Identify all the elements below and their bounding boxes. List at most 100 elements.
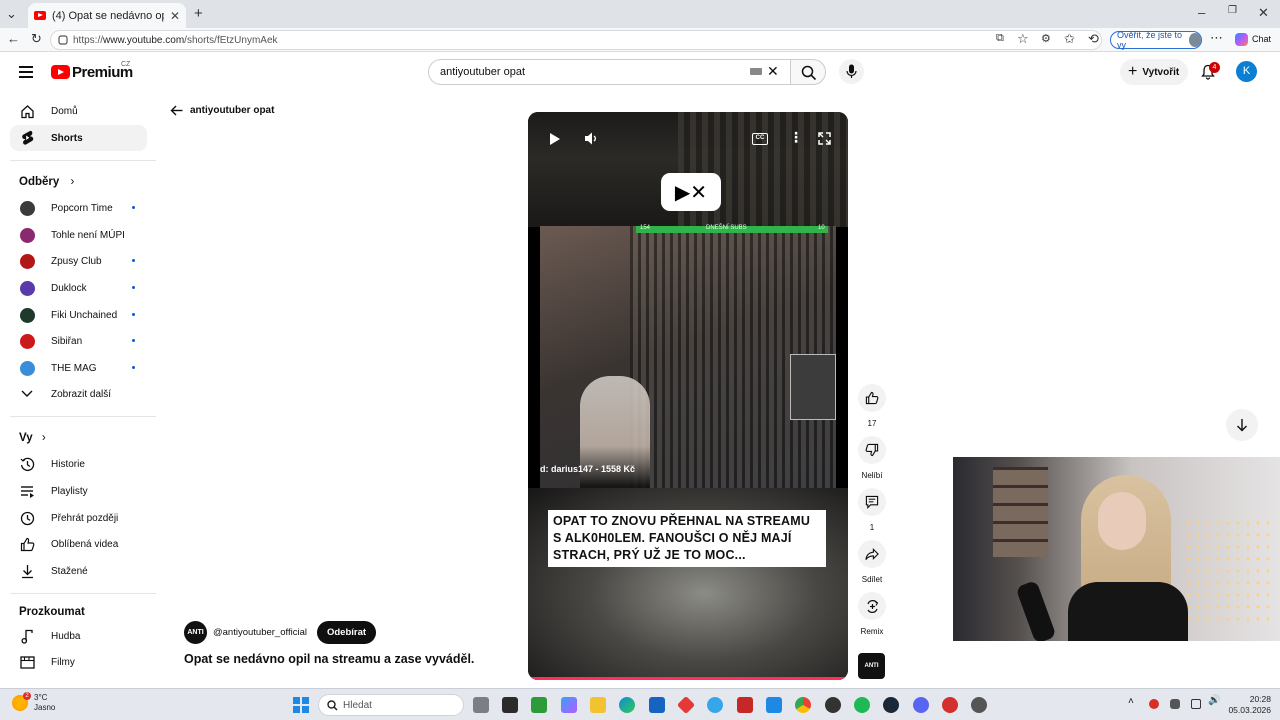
- shorts-video-player[interactable]: ▶✕ 154 DNEŠNÍ SUBS 10 d: darius147 - 155…: [528, 112, 848, 680]
- history-browser-icon[interactable]: ⟲: [1088, 31, 1099, 47]
- sidebar-item-watch-later[interactable]: Přehrát později: [10, 505, 147, 531]
- copilot-icon[interactable]: [1235, 33, 1248, 46]
- chrome-icon[interactable]: [795, 697, 811, 713]
- tab-list-chevron-icon[interactable]: ⌄: [6, 6, 17, 22]
- chatgpt-icon[interactable]: [825, 697, 841, 713]
- dislike-button[interactable]: [858, 436, 886, 464]
- like-button[interactable]: [858, 384, 886, 412]
- back-to-search[interactable]: antiyoutuber opat: [170, 105, 274, 116]
- video-progress-bar[interactable]: [528, 677, 848, 680]
- verify-identity-button[interactable]: Ověřit, že jste to vy: [1110, 30, 1202, 50]
- site-info-icon[interactable]: [58, 35, 68, 45]
- more-menu-icon[interactable]: ⋯: [1210, 30, 1223, 46]
- subscription-item[interactable]: Zpusy Club: [10, 248, 147, 274]
- app-red-diamond-icon[interactable]: [676, 695, 696, 715]
- outlook-icon[interactable]: [766, 697, 782, 713]
- favorite-star-icon[interactable]: ☆: [1017, 31, 1029, 47]
- system-clock[interactable]: 20:28 05.03.2026: [1226, 694, 1271, 716]
- copilot-app-icon[interactable]: [561, 697, 577, 713]
- sidebar-item-downloads[interactable]: Stažené: [10, 558, 147, 584]
- epic-games-icon[interactable]: [502, 697, 518, 713]
- subscription-item[interactable]: Fiki Unchained: [10, 302, 147, 328]
- share-button[interactable]: [858, 540, 886, 568]
- xbox-app-icon[interactable]: [531, 697, 547, 713]
- sidebar-item-label: Domů: [51, 105, 78, 117]
- window-close-icon[interactable]: ✕: [1258, 5, 1269, 21]
- sidebar-item-movies[interactable]: Filmy: [10, 649, 147, 675]
- task-view-icon[interactable]: [473, 697, 489, 713]
- search-input[interactable]: antiyoutuber opat: [428, 59, 790, 85]
- show-more-button[interactable]: Zobrazit další: [10, 381, 147, 407]
- address-field[interactable]: https://www.youtube.com/shorts/fEtzUnymA…: [50, 30, 1102, 50]
- you-heading[interactable]: Vy ›: [19, 432, 46, 444]
- voice-search-button[interactable]: [839, 59, 864, 84]
- new-tab-icon[interactable]: +: [194, 5, 203, 22]
- comments-button[interactable]: [858, 488, 886, 516]
- create-button[interactable]: + Vytvořit: [1120, 59, 1188, 85]
- tray-network-icon[interactable]: [1191, 699, 1201, 709]
- volume-icon[interactable]: [584, 131, 598, 146]
- discord-icon[interactable]: [913, 697, 929, 713]
- sound-source-thumbnail[interactable]: ANTI: [858, 653, 885, 679]
- dislike-action[interactable]: Nelíbí: [858, 436, 886, 480]
- captions-icon[interactable]: CC: [752, 133, 768, 145]
- search-button[interactable]: [790, 59, 826, 85]
- sidebar-item-playlists[interactable]: Playlisty: [10, 478, 147, 504]
- mail-app-icon[interactable]: [649, 697, 665, 713]
- minimize-icon[interactable]: –: [1198, 5, 1205, 20]
- like-action[interactable]: 17: [858, 384, 886, 428]
- reload-icon[interactable]: ↻: [31, 31, 42, 47]
- weather-widget[interactable]: 2 3°C Jasno: [12, 692, 55, 713]
- subscription-item[interactable]: Sibiřan: [10, 328, 147, 354]
- sidebar-item-liked[interactable]: Oblíbená videa: [10, 531, 147, 557]
- tray-mic-icon[interactable]: [1170, 699, 1180, 709]
- extension-icon[interactable]: ⚙: [1041, 32, 1051, 45]
- fullscreen-icon[interactable]: [818, 132, 831, 145]
- clear-search-icon[interactable]: ✕: [767, 63, 779, 80]
- play-icon[interactable]: [549, 132, 561, 146]
- chat-button[interactable]: Chat: [1252, 34, 1271, 44]
- share-action[interactable]: Sdílet: [858, 540, 886, 584]
- tray-app-icon[interactable]: [1149, 699, 1159, 709]
- subscription-item[interactable]: Duklock: [10, 275, 147, 301]
- channel-avatar[interactable]: ANTI: [184, 621, 207, 644]
- favorites-bar-icon[interactable]: ✩: [1064, 31, 1075, 47]
- obs-icon[interactable]: [971, 697, 987, 713]
- video-title[interactable]: Opat se nedávno opil na streamu a zase v…: [184, 652, 474, 666]
- app-blue-circle-icon[interactable]: [707, 697, 723, 713]
- comments-action[interactable]: 1: [858, 488, 886, 532]
- browser-tab-active[interactable]: (4) Opat se nedávno opil na stream ✕: [28, 3, 186, 28]
- spotify-icon[interactable]: [854, 697, 870, 713]
- remix-action[interactable]: Remix: [858, 592, 886, 636]
- next-short-button[interactable]: [1226, 409, 1258, 441]
- subscriptions-heading[interactable]: Odběry ›: [19, 176, 74, 188]
- remix-button[interactable]: [858, 592, 886, 620]
- tab-close-icon[interactable]: ✕: [170, 9, 180, 23]
- youtube-logo-icon[interactable]: [51, 65, 70, 79]
- tray-overflow-icon[interactable]: ˄: [1128, 696, 1138, 707]
- keyboard-icon[interactable]: [750, 68, 762, 75]
- sidebar-item-home[interactable]: Domů: [10, 98, 147, 124]
- subscription-item[interactable]: Popcorn Time: [10, 195, 147, 221]
- taskbar-search[interactable]: Hledat: [318, 694, 464, 716]
- edge-browser-icon[interactable]: [619, 697, 635, 713]
- opera-gx-icon[interactable]: [942, 697, 958, 713]
- app-shield-icon[interactable]: [737, 697, 753, 713]
- file-explorer-icon[interactable]: [590, 697, 606, 713]
- sidebar-item-music[interactable]: Hudba: [10, 623, 147, 649]
- app-install-icon[interactable]: ⧉: [996, 32, 1004, 45]
- account-avatar[interactable]: K: [1236, 61, 1257, 82]
- maximize-icon[interactable]: ❐: [1228, 5, 1237, 16]
- steam-icon[interactable]: [883, 697, 899, 713]
- more-options-icon[interactable]: ⋮: [789, 129, 803, 146]
- menu-hamburger-icon[interactable]: [19, 66, 33, 78]
- tray-volume-icon[interactable]: 🔊: [1208, 695, 1220, 706]
- subscription-item[interactable]: Tohle není MÚPI: [10, 222, 147, 248]
- channel-handle[interactable]: @antiyoutuber_official: [213, 627, 307, 638]
- sidebar-item-history[interactable]: Historie: [10, 451, 147, 477]
- windows-start-icon[interactable]: [293, 697, 309, 713]
- subscribe-button[interactable]: Odebírat: [316, 621, 377, 644]
- sidebar-item-shorts[interactable]: Shorts: [10, 125, 147, 151]
- subscription-item[interactable]: THE MAG: [10, 355, 147, 381]
- back-arrow-icon[interactable]: ←: [7, 31, 20, 46]
